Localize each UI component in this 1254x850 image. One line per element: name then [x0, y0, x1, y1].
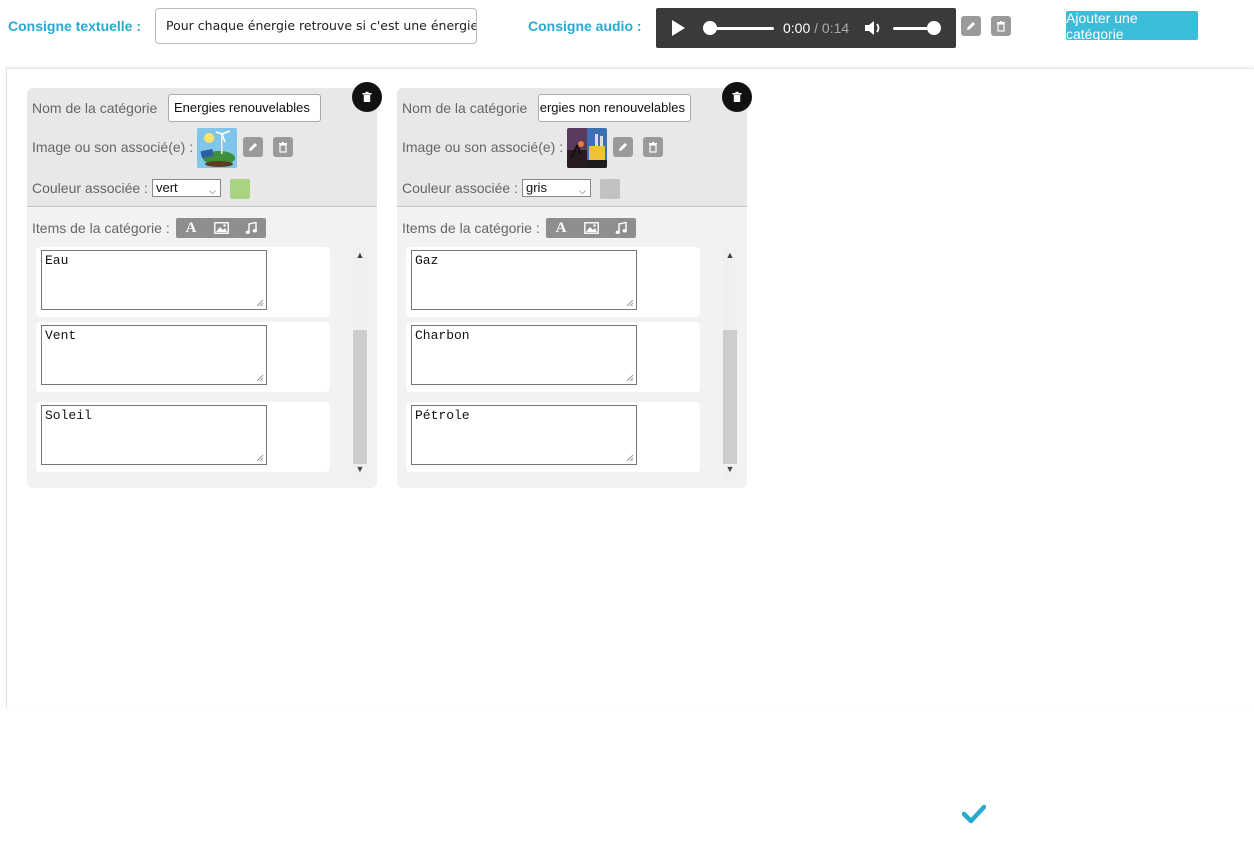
audio-instruction-label: Consigne audio :	[528, 18, 642, 34]
scroll-up-icon[interactable]: ▲	[353, 248, 367, 262]
item-text-field[interactable]: Charbon	[411, 325, 637, 385]
items-list: Gaz Charbon Pétrole	[406, 247, 700, 473]
image-icon	[583, 222, 599, 234]
resize-grip-icon[interactable]	[256, 454, 264, 462]
audio-current-time: 0:00	[783, 20, 811, 36]
add-image-item-button[interactable]	[576, 218, 606, 238]
delete-audio-button[interactable]	[991, 16, 1011, 36]
image-icon	[213, 222, 229, 234]
category-name-label: Nom de la catégorie	[32, 100, 158, 116]
trash-icon	[997, 21, 1005, 32]
list-item: Gaz	[406, 247, 700, 317]
trash-icon	[362, 91, 372, 102]
list-item: Charbon	[406, 322, 700, 392]
trash-icon	[732, 91, 742, 102]
category-header: Nom de la catégorie Energies non renouve…	[397, 88, 747, 207]
color-swatch	[600, 179, 620, 199]
audio-time: 0:00 / 0:14	[783, 20, 849, 36]
add-category-button[interactable]: Ajouter une catégorie	[1066, 10, 1198, 42]
add-item-toolbar: A	[176, 218, 266, 238]
nonrenewable-energy-image	[567, 128, 607, 168]
music-note-icon	[245, 221, 257, 234]
pencil-icon	[967, 22, 975, 30]
item-text-field[interactable]: Soleil	[41, 405, 267, 465]
category-name-input[interactable]: Energies renouvelables	[168, 94, 321, 122]
category-items-label: Items de la catégorie :	[402, 220, 540, 236]
color-swatch	[230, 179, 250, 199]
edit-media-button[interactable]	[243, 137, 263, 157]
items-scrollbar[interactable]: ▲ ▼	[353, 246, 367, 482]
renewable-energy-image	[197, 128, 237, 168]
delete-category-button[interactable]	[352, 82, 382, 112]
scroll-up-icon[interactable]: ▲	[723, 248, 737, 262]
resize-grip-icon[interactable]	[256, 299, 264, 307]
category-items-label: Items de la catégorie :	[32, 220, 170, 236]
pencil-icon	[249, 143, 257, 151]
add-audio-item-button[interactable]	[606, 218, 636, 238]
chevron-down-icon: ⌵	[579, 186, 586, 196]
category-card: Nom de la catégorie Energies non renouve…	[397, 82, 752, 488]
audio-time-separator: /	[810, 20, 822, 36]
text-icon: A	[185, 219, 197, 236]
category-name-input[interactable]: Energies non renouvelables	[538, 94, 691, 122]
text-instruction-input[interactable]: Pour chaque énergie retrouve si c'est un…	[155, 8, 477, 44]
associated-color-label: Couleur associée :	[402, 180, 518, 196]
audio-progress-track[interactable]	[708, 27, 774, 30]
scrollbar-thumb[interactable]	[353, 330, 367, 464]
items-scrollbar[interactable]: ▲ ▼	[723, 246, 737, 482]
add-item-toolbar: A	[546, 218, 636, 238]
add-text-item-button[interactable]: A	[176, 218, 206, 238]
resize-grip-icon[interactable]	[256, 374, 264, 382]
item-text-field[interactable]: Pétrole	[411, 405, 637, 465]
delete-media-button[interactable]	[273, 137, 293, 157]
trash-icon	[279, 142, 287, 153]
color-select[interactable]: gris ⌵	[522, 179, 591, 197]
scroll-down-icon[interactable]: ▼	[353, 462, 367, 476]
scroll-down-icon[interactable]: ▼	[723, 462, 737, 476]
list-item: Soleil	[36, 402, 330, 472]
associated-media-label: Image ou son associé(e) :	[402, 139, 564, 155]
edit-media-button[interactable]	[613, 137, 633, 157]
list-item: Pétrole	[406, 402, 700, 472]
text-instruction-label: Consigne textuelle :	[8, 18, 142, 34]
music-note-icon	[615, 221, 627, 234]
audio-progress-thumb[interactable]	[703, 21, 717, 35]
chevron-down-icon: ⌵	[209, 186, 216, 196]
add-image-item-button[interactable]	[206, 218, 236, 238]
pencil-icon	[619, 143, 627, 151]
delete-category-button[interactable]	[722, 82, 752, 112]
delete-media-button[interactable]	[643, 137, 663, 157]
item-text-field[interactable]: Gaz	[411, 250, 637, 310]
color-select-value: vert	[156, 180, 178, 195]
color-select-value: gris	[526, 180, 547, 195]
audio-duration: 0:14	[821, 20, 850, 36]
associated-color-label: Couleur associée :	[32, 180, 148, 196]
add-text-item-button[interactable]: A	[546, 218, 576, 238]
audio-player: 0:00 / 0:14	[656, 8, 956, 48]
items-list: Eau Vent Soleil	[36, 247, 330, 473]
associated-media-label: Image ou son associé(e) :	[32, 139, 194, 155]
trash-icon	[649, 142, 657, 153]
text-icon: A	[555, 219, 567, 236]
volume-icon[interactable]	[864, 20, 884, 36]
top-bar: Consigne textuelle : Pour chaque énergie…	[0, 0, 1254, 68]
resize-grip-icon[interactable]	[626, 454, 634, 462]
list-item: Eau	[36, 247, 330, 317]
edit-audio-button[interactable]	[961, 16, 981, 36]
category-name-label: Nom de la catégorie	[402, 100, 528, 116]
item-text-field[interactable]: Eau	[41, 250, 267, 310]
validate-check-icon[interactable]	[962, 803, 986, 825]
color-select[interactable]: vert ⌵	[152, 179, 221, 197]
category-header: Nom de la catégorie Energies renouvelabl…	[27, 88, 377, 207]
resize-grip-icon[interactable]	[626, 299, 634, 307]
volume-thumb[interactable]	[927, 21, 941, 35]
item-text-field[interactable]: Vent	[41, 325, 267, 385]
category-card: Nom de la catégorie Energies renouvelabl…	[27, 82, 382, 488]
resize-grip-icon[interactable]	[626, 374, 634, 382]
play-icon[interactable]	[672, 20, 685, 36]
add-audio-item-button[interactable]	[236, 218, 266, 238]
list-item: Vent	[36, 322, 330, 392]
scrollbar-thumb[interactable]	[723, 330, 737, 464]
